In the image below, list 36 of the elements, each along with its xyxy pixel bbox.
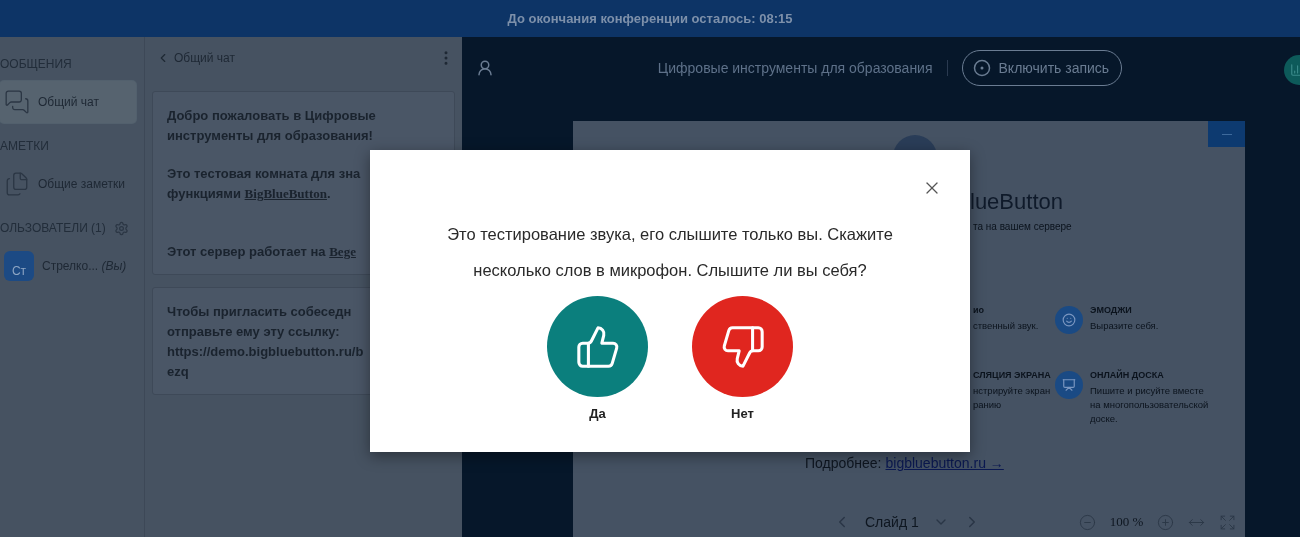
zoom-in-icon[interactable] bbox=[1157, 513, 1175, 531]
feature-text: Пишите и рисуйте вместе на многопользовательской доске. bbox=[1090, 384, 1210, 426]
sidebar-item[interactable]: Общий чат bbox=[0, 81, 136, 123]
chat-link[interactable]: Bege bbox=[329, 244, 356, 259]
slide-heading: lueButton bbox=[970, 188, 1063, 216]
zoom-level: 100 % bbox=[1109, 514, 1144, 530]
slide-selector[interactable]: Слайд 1 bbox=[865, 514, 919, 530]
chat-link[interactable]: BigBlueButton bbox=[244, 186, 327, 201]
answer-label: Нет bbox=[731, 406, 754, 421]
feature-title: ЭМОДЖИ bbox=[1090, 304, 1132, 317]
zoom-out-icon[interactable] bbox=[1078, 513, 1096, 531]
minimize-button[interactable] bbox=[1208, 121, 1245, 147]
slide-subheading: та на вашем сервере bbox=[973, 220, 1072, 234]
answer-label: Да bbox=[589, 406, 606, 421]
item-label: Общий чат bbox=[38, 95, 99, 109]
user-list-toggle-icon[interactable] bbox=[476, 59, 494, 77]
more-info-link[interactable]: bigbluebutton.ru → bbox=[885, 455, 1004, 471]
fullscreen-icon[interactable] bbox=[1219, 513, 1237, 531]
feature-text: нстрируйте экран ранию bbox=[973, 384, 1052, 412]
feature-title: СЛЯЦИЯ ЭКРАНА bbox=[973, 369, 1051, 382]
thumbs-up-icon bbox=[574, 323, 621, 370]
documents-icon bbox=[4, 171, 30, 197]
feature-text: ственный звук. bbox=[973, 319, 1040, 333]
chat-bubbles-icon bbox=[4, 89, 30, 115]
chat-message-text: Добро пожаловать в Цифровые инструменты для образования! bbox=[167, 107, 377, 145]
feature-text: Выразите себя. bbox=[1090, 319, 1160, 333]
user-avatar: Ст bbox=[4, 251, 34, 281]
settings-icon[interactable] bbox=[113, 220, 129, 236]
feature-title: ио bbox=[973, 304, 985, 317]
record-dot-icon bbox=[972, 59, 991, 77]
presentation-title: Цифровые инструменты для образования bbox=[657, 60, 933, 76]
feature-title: ОНЛАЙН ДОСКА bbox=[1090, 369, 1164, 382]
chat-message-text: Чтобы пригласить собеседн отправьте ему эту ссылку: https://demo.bigbluebutton.ru/b ezq bbox=[167, 303, 365, 381]
more-info-label: Подробнее: bbox=[805, 455, 882, 471]
time-remaining-text: До окончания конференции осталось: 08:15 bbox=[507, 11, 793, 26]
dialog-message: Это тестирование звука, его слышите только вы. Скажите несколько слов в микрофон. Слышите ли вы себя? bbox=[446, 224, 894, 281]
